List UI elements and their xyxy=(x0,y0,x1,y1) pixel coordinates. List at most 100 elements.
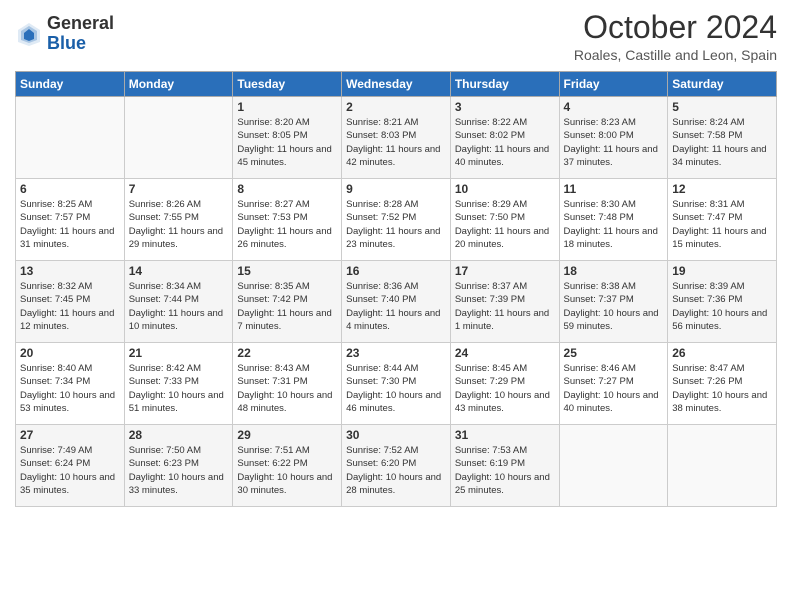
col-tuesday: Tuesday xyxy=(233,72,342,97)
day-cell: 29 Sunrise: 7:51 AMSunset: 6:22 PMDayligh… xyxy=(233,425,342,507)
day-number: 1 xyxy=(237,100,337,114)
day-cell: 16 Sunrise: 8:36 AMSunset: 7:40 PMDayligh… xyxy=(342,261,451,343)
day-number: 3 xyxy=(455,100,555,114)
day-info: Sunrise: 8:45 AMSunset: 7:29 PMDaylight:… xyxy=(455,362,555,415)
day-cell: 7 Sunrise: 8:26 AMSunset: 7:55 PMDaylight… xyxy=(124,179,233,261)
day-cell: 5 Sunrise: 8:24 AMSunset: 7:58 PMDaylight… xyxy=(668,97,777,179)
day-info: Sunrise: 8:27 AMSunset: 7:53 PMDaylight:… xyxy=(237,198,337,251)
day-info: Sunrise: 8:28 AMSunset: 7:52 PMDaylight:… xyxy=(346,198,446,251)
day-number: 29 xyxy=(237,428,337,442)
day-cell: 10 Sunrise: 8:29 AMSunset: 7:50 PMDayligh… xyxy=(450,179,559,261)
day-cell: 4 Sunrise: 8:23 AMSunset: 8:00 PMDaylight… xyxy=(559,97,668,179)
day-info: Sunrise: 8:46 AMSunset: 7:27 PMDaylight:… xyxy=(564,362,664,415)
day-number: 10 xyxy=(455,182,555,196)
day-number: 7 xyxy=(129,182,229,196)
day-number: 4 xyxy=(564,100,664,114)
day-info: Sunrise: 8:21 AMSunset: 8:03 PMDaylight:… xyxy=(346,116,446,169)
day-number: 18 xyxy=(564,264,664,278)
col-wednesday: Wednesday xyxy=(342,72,451,97)
week-row-1: 1Sunrise: 8:20 AMSunset: 8:05 PMDaylight… xyxy=(16,97,777,179)
day-number: 25 xyxy=(564,346,664,360)
day-info: Sunrise: 8:39 AMSunset: 7:36 PMDaylight:… xyxy=(672,280,772,333)
day-info: Sunrise: 8:31 AMSunset: 7:47 PMDaylight:… xyxy=(672,198,772,251)
day-info: Sunrise: 8:23 AMSunset: 8:00 PMDaylight:… xyxy=(564,116,664,169)
day-number: 21 xyxy=(129,346,229,360)
day-number: 17 xyxy=(455,264,555,278)
day-number: 2 xyxy=(346,100,446,114)
day-info: Sunrise: 8:35 AMSunset: 7:42 PMDaylight:… xyxy=(237,280,337,333)
day-info: Sunrise: 8:24 AMSunset: 7:58 PMDaylight:… xyxy=(672,116,772,169)
col-monday: Monday xyxy=(124,72,233,97)
day-cell: 21 Sunrise: 8:42 AMSunset: 7:33 PMDayligh… xyxy=(124,343,233,425)
day-number: 11 xyxy=(564,182,664,196)
day-cell: 12 Sunrise: 8:31 AMSunset: 7:47 PMDayligh… xyxy=(668,179,777,261)
day-info: Sunrise: 8:38 AMSunset: 7:37 PMDaylight:… xyxy=(564,280,664,333)
day-cell: 24Sunrise: 8:45 AMSunset: 7:29 PMDayligh… xyxy=(450,343,559,425)
day-info: Sunrise: 7:51 AMSunset: 6:22 PMDaylight:… xyxy=(237,444,337,497)
logo-icon xyxy=(15,20,43,48)
day-cell: 30Sunrise: 7:52 AMSunset: 6:20 PMDayligh… xyxy=(342,425,451,507)
location-text: Roales, Castille and Leon, Spain xyxy=(574,47,777,63)
week-row-2: 6Sunrise: 8:25 AMSunset: 7:57 PMDaylight… xyxy=(16,179,777,261)
day-cell: 28 Sunrise: 7:50 AMSunset: 6:23 PMDayligh… xyxy=(124,425,233,507)
day-cell: 13 Sunrise: 8:32 AMSunset: 7:45 PMDayligh… xyxy=(16,261,125,343)
day-cell: 2 Sunrise: 8:21 AMSunset: 8:03 PMDaylight… xyxy=(342,97,451,179)
day-cell: 11Sunrise: 8:30 AMSunset: 7:48 PMDayligh… xyxy=(559,179,668,261)
day-cell: 9Sunrise: 8:28 AMSunset: 7:52 PMDaylight… xyxy=(342,179,451,261)
col-thursday: Thursday xyxy=(450,72,559,97)
day-info: Sunrise: 8:29 AMSunset: 7:50 PMDaylight:… xyxy=(455,198,555,251)
day-cell: 23 Sunrise: 8:44 AMSunset: 7:30 PMDayligh… xyxy=(342,343,451,425)
day-cell: 25 Sunrise: 8:46 AMSunset: 7:27 PMDayligh… xyxy=(559,343,668,425)
week-row-4: 20 Sunrise: 8:40 AMSunset: 7:34 PMDayligh… xyxy=(16,343,777,425)
day-cell: 26 Sunrise: 8:47 AMSunset: 7:26 PMDayligh… xyxy=(668,343,777,425)
day-info: Sunrise: 8:42 AMSunset: 7:33 PMDaylight:… xyxy=(129,362,229,415)
day-number: 26 xyxy=(672,346,772,360)
day-info: Sunrise: 8:22 AMSunset: 8:02 PMDaylight:… xyxy=(455,116,555,169)
day-number: 30 xyxy=(346,428,446,442)
day-number: 5 xyxy=(672,100,772,114)
day-info: Sunrise: 8:43 AMSunset: 7:31 PMDaylight:… xyxy=(237,362,337,415)
day-cell: 17 Sunrise: 8:37 AMSunset: 7:39 PMDayligh… xyxy=(450,261,559,343)
day-info: Sunrise: 8:36 AMSunset: 7:40 PMDaylight:… xyxy=(346,280,446,333)
day-cell: 22 Sunrise: 8:43 AMSunset: 7:31 PMDayligh… xyxy=(233,343,342,425)
day-info: Sunrise: 8:37 AMSunset: 7:39 PMDaylight:… xyxy=(455,280,555,333)
logo-text: General Blue xyxy=(47,14,114,54)
day-number: 12 xyxy=(672,182,772,196)
header: General Blue October 2024 Roales, Castil… xyxy=(15,10,777,63)
day-info: Sunrise: 8:40 AMSunset: 7:34 PMDaylight:… xyxy=(20,362,120,415)
day-number: 19 xyxy=(672,264,772,278)
col-friday: Friday xyxy=(559,72,668,97)
day-number: 8 xyxy=(237,182,337,196)
day-info: Sunrise: 7:53 AMSunset: 6:19 PMDaylight:… xyxy=(455,444,555,497)
week-row-5: 27 Sunrise: 7:49 AMSunset: 6:24 PMDayligh… xyxy=(16,425,777,507)
day-number: 27 xyxy=(20,428,120,442)
day-cell: 20 Sunrise: 8:40 AMSunset: 7:34 PMDayligh… xyxy=(16,343,125,425)
day-cell: 27 Sunrise: 7:49 AMSunset: 6:24 PMDayligh… xyxy=(16,425,125,507)
day-info: Sunrise: 7:49 AMSunset: 6:24 PMDaylight:… xyxy=(20,444,120,497)
day-cell xyxy=(124,97,233,179)
month-title: October 2024 xyxy=(574,10,777,45)
logo-general-text: General xyxy=(47,14,114,34)
day-info: Sunrise: 7:50 AMSunset: 6:23 PMDaylight:… xyxy=(129,444,229,497)
logo-blue-text: Blue xyxy=(47,34,114,54)
day-number: 28 xyxy=(129,428,229,442)
day-cell xyxy=(559,425,668,507)
day-number: 6 xyxy=(20,182,120,196)
day-number: 23 xyxy=(346,346,446,360)
day-cell: 6Sunrise: 8:25 AMSunset: 7:57 PMDaylight… xyxy=(16,179,125,261)
day-info: Sunrise: 8:32 AMSunset: 7:45 PMDaylight:… xyxy=(20,280,120,333)
col-saturday: Saturday xyxy=(668,72,777,97)
day-number: 20 xyxy=(20,346,120,360)
day-info: Sunrise: 8:26 AMSunset: 7:55 PMDaylight:… xyxy=(129,198,229,251)
header-row: Sunday Monday Tuesday Wednesday Thursday… xyxy=(16,72,777,97)
day-cell: 3 Sunrise: 8:22 AMSunset: 8:02 PMDaylight… xyxy=(450,97,559,179)
day-number: 16 xyxy=(346,264,446,278)
day-info: Sunrise: 8:44 AMSunset: 7:30 PMDaylight:… xyxy=(346,362,446,415)
day-cell: 14Sunrise: 8:34 AMSunset: 7:44 PMDayligh… xyxy=(124,261,233,343)
day-number: 13 xyxy=(20,264,120,278)
day-info: Sunrise: 8:47 AMSunset: 7:26 PMDaylight:… xyxy=(672,362,772,415)
day-number: 15 xyxy=(237,264,337,278)
day-cell: 19 Sunrise: 8:39 AMSunset: 7:36 PMDayligh… xyxy=(668,261,777,343)
day-number: 22 xyxy=(237,346,337,360)
col-sunday: Sunday xyxy=(16,72,125,97)
